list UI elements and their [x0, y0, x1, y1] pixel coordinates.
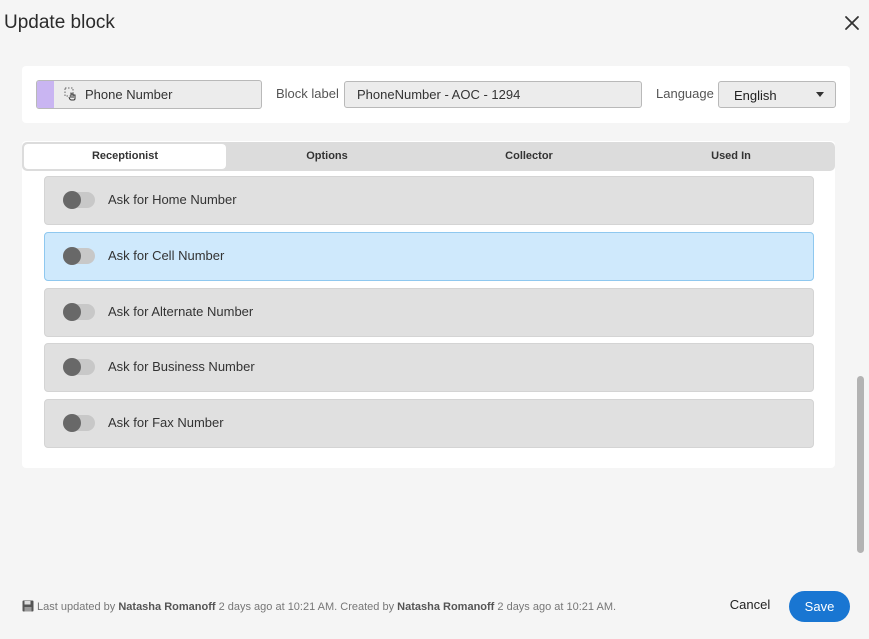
floppy-disk-icon: [22, 600, 34, 612]
option-label: Ask for Business Number: [108, 359, 255, 374]
option-row-home-number[interactable]: Ask for Home Number: [44, 176, 814, 225]
caret-down-icon: [816, 92, 824, 97]
toggle-knob: [63, 414, 81, 432]
tab-receptionist[interactable]: Receptionist: [24, 144, 226, 169]
block-label-input[interactable]: [344, 81, 642, 108]
option-row-business-number[interactable]: Ask for Business Number: [44, 343, 814, 392]
close-icon[interactable]: [841, 12, 863, 34]
footer-prefix: Last updated by: [37, 601, 119, 613]
alternate-number-toggle[interactable]: [63, 303, 95, 321]
option-label: Ask for Fax Number: [108, 415, 224, 430]
receptionist-panel: Receptionist Options Collector Used In A…: [22, 141, 835, 468]
option-label: Ask for Alternate Number: [108, 304, 254, 319]
save-button[interactable]: Save: [789, 591, 850, 622]
dialog-title: Update block: [4, 12, 115, 33]
tab-collector[interactable]: Collector: [428, 144, 630, 169]
option-label: Ask for Home Number: [108, 192, 237, 207]
block-type-field: Phone Number: [36, 80, 262, 109]
cell-number-toggle[interactable]: [63, 247, 95, 265]
fax-number-toggle[interactable]: [63, 414, 95, 432]
tab-used-in[interactable]: Used In: [630, 144, 832, 169]
toggle-knob: [63, 358, 81, 376]
block-header-card: Phone Number Block label Language Englis…: [22, 66, 850, 123]
touch-select-icon: [64, 87, 78, 101]
option-row-fax-number[interactable]: Ask for Fax Number: [44, 399, 814, 448]
block-type-color-swatch: [37, 81, 54, 108]
home-number-toggle[interactable]: [63, 191, 95, 209]
toggle-knob: [63, 303, 81, 321]
cancel-button[interactable]: Cancel: [718, 592, 782, 618]
option-row-alternate-number[interactable]: Ask for Alternate Number: [44, 288, 814, 337]
created-time: 2 days ago at 10:21 AM.: [494, 601, 617, 613]
tab-bar: Receptionist Options Collector Used In: [22, 142, 835, 171]
tab-options[interactable]: Options: [226, 144, 428, 169]
option-label: Ask for Cell Number: [108, 248, 225, 263]
language-caption: Language: [656, 86, 714, 101]
scrollbar-thumb[interactable]: [857, 376, 864, 553]
panel-scrollbar[interactable]: [855, 141, 867, 579]
toggle-knob: [63, 191, 81, 209]
last-updated-info: Last updated by Natasha Romanoff 2 days …: [22, 600, 616, 613]
toggle-knob: [63, 247, 81, 265]
option-row-cell-number[interactable]: Ask for Cell Number: [44, 232, 814, 281]
block-type-label: Phone Number: [85, 87, 173, 102]
updated-time: 2 days ago at 10:21 AM. Created by: [215, 601, 398, 613]
created-by-name: Natasha Romanoff: [397, 601, 495, 613]
updated-by-name: Natasha Romanoff: [118, 601, 216, 613]
business-number-toggle[interactable]: [63, 358, 95, 376]
block-label-caption: Block label: [276, 86, 339, 101]
language-selected-value: English: [734, 88, 777, 103]
language-select[interactable]: English: [718, 81, 836, 108]
